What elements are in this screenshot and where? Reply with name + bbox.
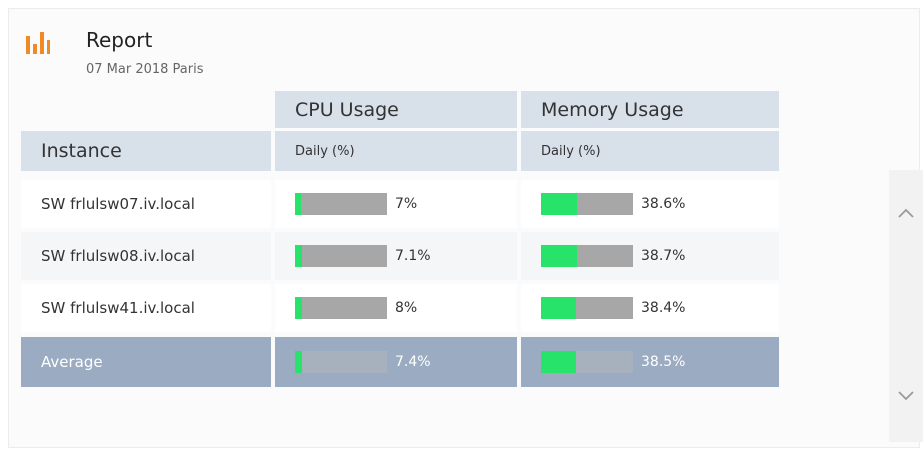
memory-usage-cell: 38.6% bbox=[519, 193, 765, 215]
cpu-usage-cell: 7% bbox=[273, 193, 519, 215]
memory-usage-value: 38.4% bbox=[641, 300, 686, 316]
cpu-usage-cell: 8% bbox=[273, 297, 519, 319]
memory-usage-header-label: Memory Usage bbox=[541, 98, 684, 121]
chevron-up-icon[interactable] bbox=[889, 203, 923, 223]
memory-usage-header: Memory Usage bbox=[521, 91, 779, 128]
cpu-usage-cell: 7.1% bbox=[273, 245, 519, 267]
memory-usage-bar-fill bbox=[541, 193, 577, 215]
chevron-down-icon[interactable] bbox=[889, 386, 923, 406]
cpu-daily-header: Daily (%) bbox=[275, 131, 517, 171]
instance-name: SW frlulsw08.iv.local bbox=[41, 247, 195, 265]
average-cpu-cell: 7.4% bbox=[273, 351, 519, 373]
memory-usage-bar bbox=[541, 245, 633, 267]
memory-daily-header: Daily (%) bbox=[521, 131, 779, 171]
average-memory-bar bbox=[541, 351, 633, 373]
instance-name: SW frlulsw41.iv.local bbox=[41, 299, 195, 317]
cpu-usage-header-label: CPU Usage bbox=[295, 98, 399, 121]
instance-header: Instance bbox=[21, 131, 271, 171]
memory-usage-bar-fill bbox=[541, 297, 577, 319]
average-row[interactable]: Average 7.4% 38.5% bbox=[21, 337, 779, 387]
cpu-usage-value: 7.1% bbox=[395, 248, 431, 264]
average-memory-value: 38.5% bbox=[641, 354, 686, 370]
memory-usage-bar bbox=[541, 297, 633, 319]
report-subtitle: 07 Mar 2018 Paris bbox=[86, 62, 204, 77]
bar-chart-icon bbox=[26, 32, 50, 54]
table-row[interactable]: SW frlulsw08.iv.local 7.1% 38.7% bbox=[21, 232, 779, 280]
memory-usage-value: 38.6% bbox=[641, 196, 686, 212]
column-separator bbox=[271, 180, 275, 387]
cpu-usage-bar-fill bbox=[295, 297, 303, 319]
average-memory-bar-fill bbox=[541, 351, 577, 373]
average-cpu-bar-fill bbox=[295, 351, 302, 373]
cpu-usage-bar-fill bbox=[295, 193, 302, 215]
cpu-usage-bar-fill bbox=[295, 245, 302, 267]
cpu-daily-header-label: Daily (%) bbox=[295, 143, 355, 159]
table-row[interactable]: SW frlulsw07.iv.local 7% 38.6% bbox=[21, 180, 779, 228]
cpu-usage-bar bbox=[295, 297, 387, 319]
memory-usage-cell: 38.7% bbox=[519, 245, 765, 267]
instance-header-label: Instance bbox=[41, 140, 122, 162]
report-title: Report bbox=[86, 28, 153, 52]
instance-name: SW frlulsw07.iv.local bbox=[41, 195, 195, 213]
average-label: Average bbox=[41, 353, 103, 371]
column-separator bbox=[517, 180, 521, 387]
cpu-usage-header: CPU Usage bbox=[275, 91, 517, 128]
cpu-usage-value: 8% bbox=[395, 300, 418, 316]
memory-usage-cell: 38.4% bbox=[519, 297, 765, 319]
memory-daily-header-label: Daily (%) bbox=[541, 143, 601, 159]
memory-usage-value: 38.7% bbox=[641, 248, 686, 264]
average-cpu-bar bbox=[295, 351, 387, 373]
memory-usage-bar-fill bbox=[541, 245, 577, 267]
table-row[interactable]: SW frlulsw41.iv.local 8% 38.4% bbox=[21, 284, 779, 332]
average-cpu-value: 7.4% bbox=[395, 354, 431, 370]
cpu-usage-bar bbox=[295, 193, 387, 215]
average-memory-cell: 38.5% bbox=[519, 351, 765, 373]
memory-usage-bar bbox=[541, 193, 633, 215]
cpu-usage-value: 7% bbox=[395, 196, 418, 212]
cpu-usage-bar bbox=[295, 245, 387, 267]
